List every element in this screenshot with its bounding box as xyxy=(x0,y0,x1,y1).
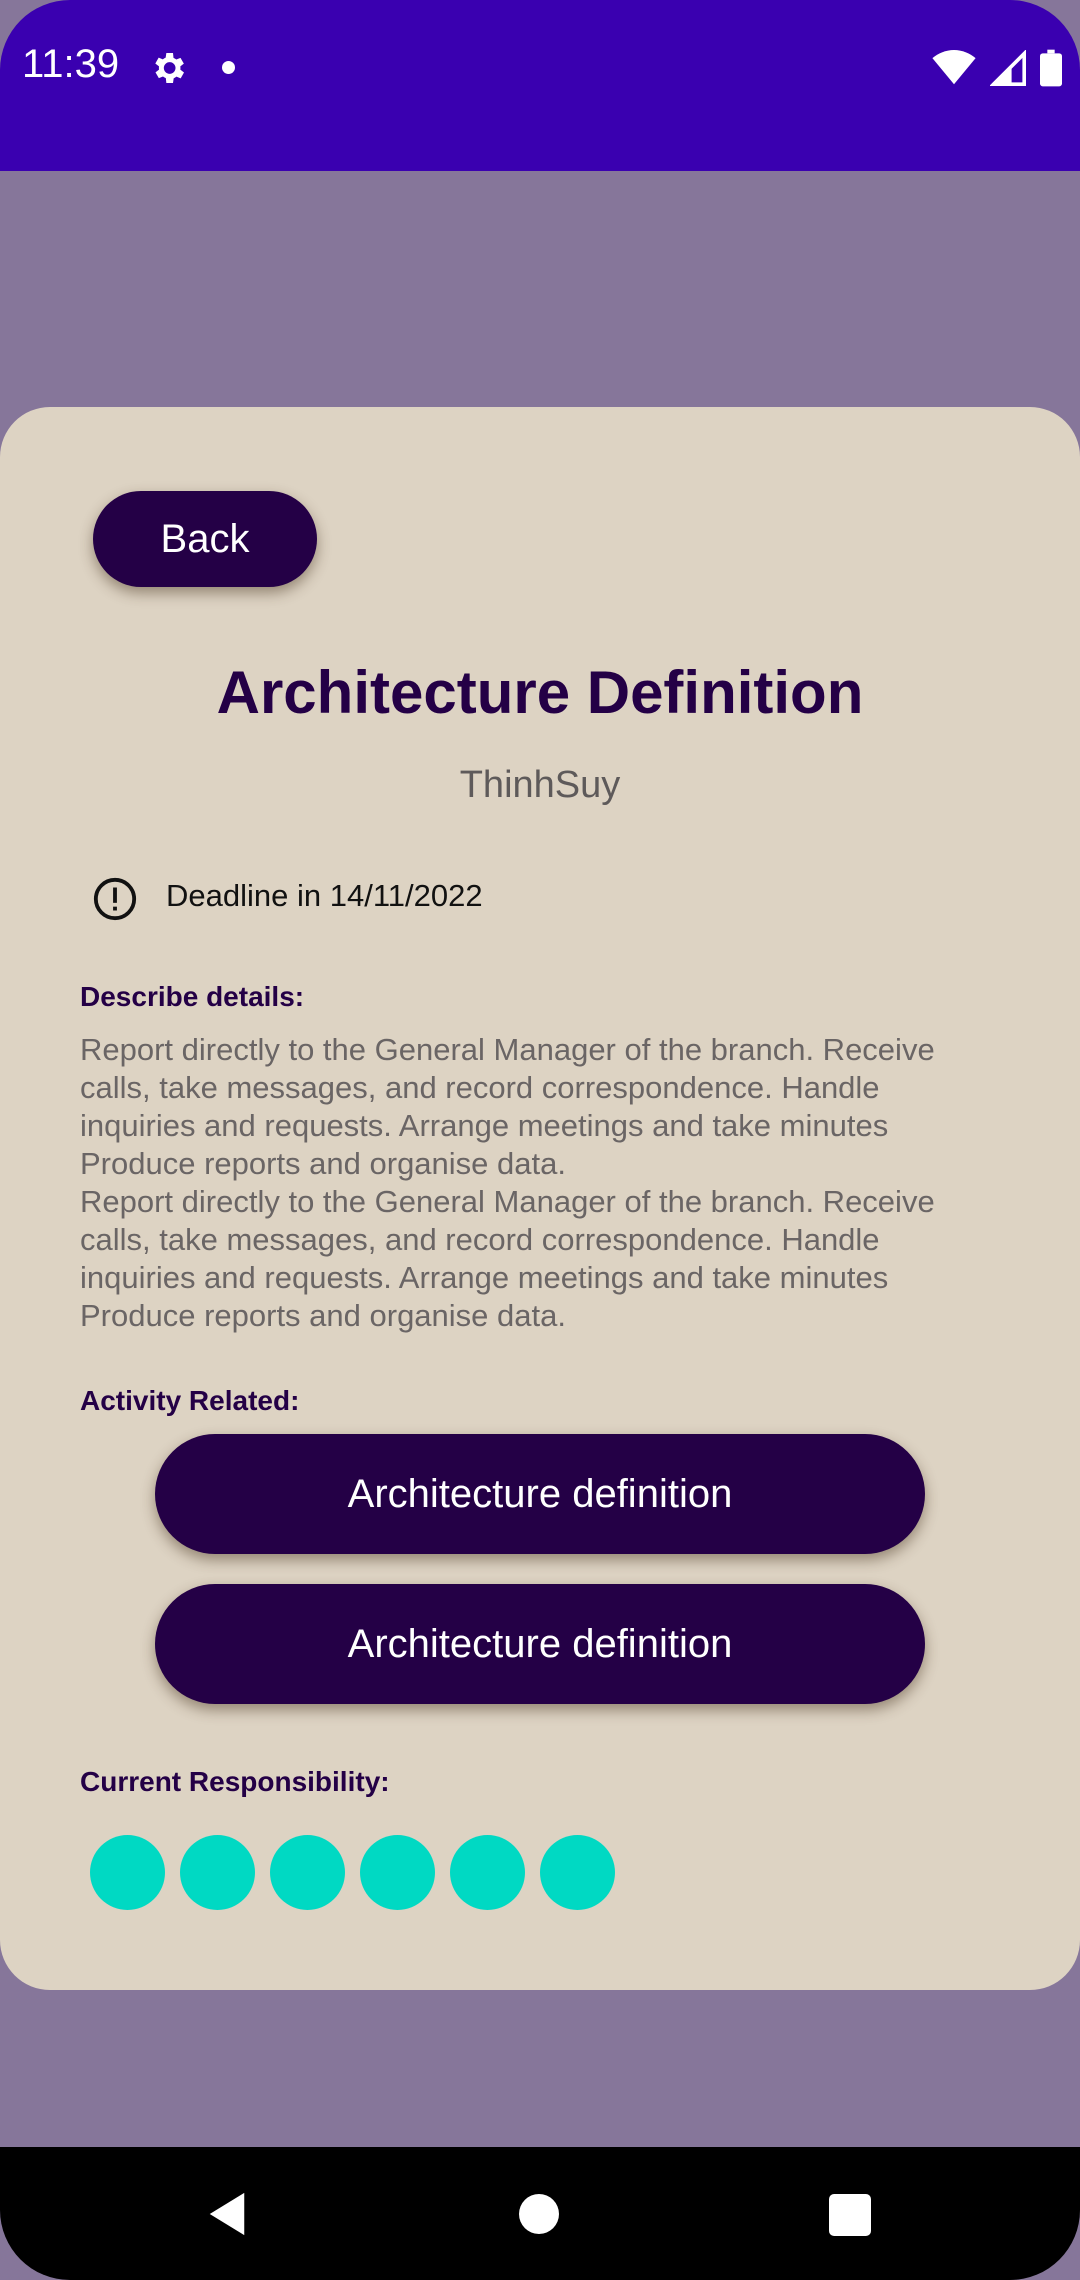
gear-icon xyxy=(155,53,184,83)
avatar[interactable] xyxy=(540,1835,615,1910)
description-text: Report directly to the General Manager o… xyxy=(80,1032,935,1333)
responsibility-avatars xyxy=(90,1835,615,1910)
describe-details-label: Describe details: xyxy=(80,981,305,1012)
navigation-bar xyxy=(0,2147,1080,2280)
home-circle-icon[interactable] xyxy=(519,2194,559,2234)
status-icons xyxy=(932,48,1062,88)
task-title: Architecture Definition xyxy=(216,659,864,726)
status-time: 11:39 xyxy=(22,42,120,86)
avatar[interactable] xyxy=(270,1835,345,1910)
task-author: ThinhSuy xyxy=(459,764,621,806)
current-responsibility-label: Current Responsibility: xyxy=(80,1766,390,1797)
deadline-text: Deadline in 14/11/2022 xyxy=(166,878,483,913)
avatar[interactable] xyxy=(180,1835,255,1910)
activity-button-1[interactable]: Architecture definition xyxy=(155,1434,925,1554)
back-button[interactable]: Back xyxy=(93,491,317,587)
status-bar: 11:39 xyxy=(0,0,1080,171)
activity-related-label: Activity Related: xyxy=(80,1385,300,1416)
cellular-signal-icon xyxy=(990,50,1026,86)
recents-square-icon[interactable] xyxy=(829,2194,871,2236)
alert-circle-icon xyxy=(93,877,137,921)
avatar[interactable] xyxy=(90,1835,165,1910)
avatar[interactable] xyxy=(360,1835,435,1910)
avatar[interactable] xyxy=(450,1835,525,1910)
battery-icon xyxy=(1040,49,1062,87)
back-triangle-icon[interactable] xyxy=(204,2191,250,2237)
activity-button-2[interactable]: Architecture definition xyxy=(155,1584,925,1704)
notification-dot-icon xyxy=(222,61,235,74)
wifi-icon xyxy=(932,50,976,85)
